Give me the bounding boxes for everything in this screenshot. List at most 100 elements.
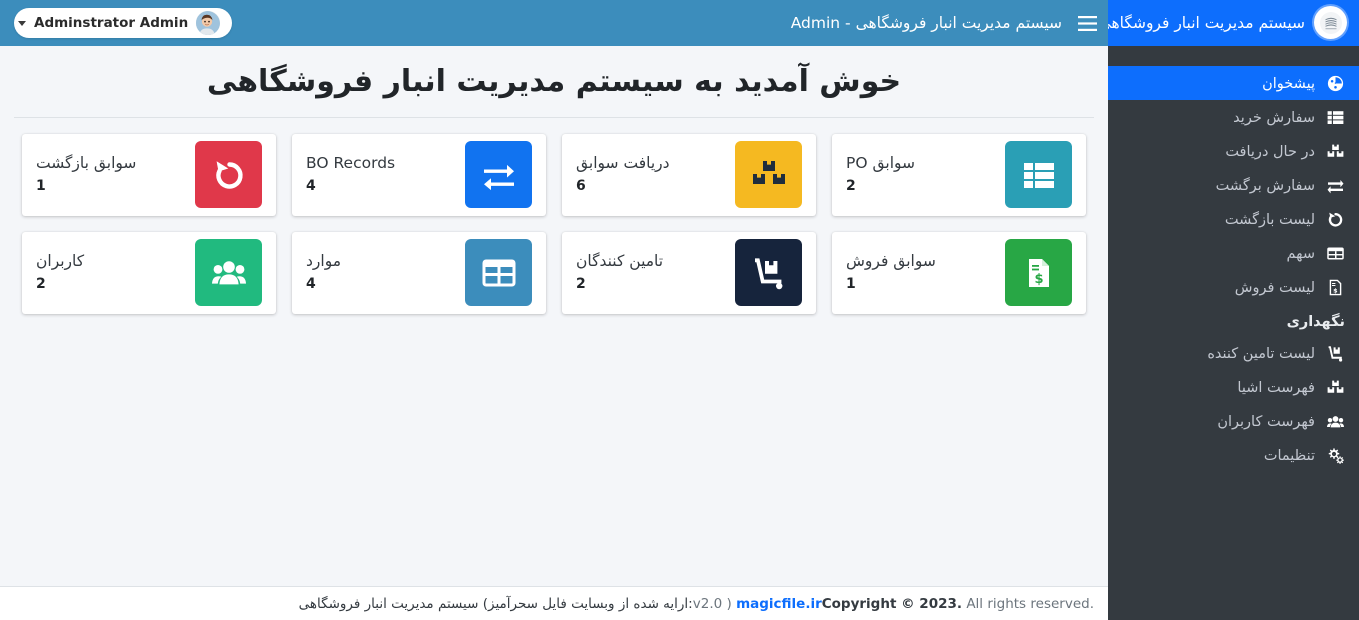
user-menu-button[interactable]: Adminstrator Admin [14,8,233,38]
sidebar-item-label: سفارش خرید [1233,109,1315,126]
stat-card-cell: سوابق بازگشت 1 [14,133,284,232]
topbar-title: سیستم مدیریت انبار فروشگاهی - Admin [790,14,1062,32]
sidebar: سیستم مدیریت انبار فروشگاهی پیشخوان سفار… [1108,0,1359,620]
stat-card-suppliers[interactable]: تامین کنندگان 2 [562,231,816,314]
stat-card-value: 4 [306,178,316,195]
footer-copyright: Copyright © 2023. All rights reserved. [822,596,1094,612]
sidebar-nav-maintenance: لیست تامین کننده فهرست اشیا فهرست کاربرا… [1108,336,1359,472]
sidebar-item-label: لیست تامین کننده [1207,345,1315,362]
sidebar-item-label: فهرست کاربران [1217,413,1315,430]
sidebar-section-header: نگهداری [1286,314,1345,330]
stat-card-cell: موارد 4 [284,231,554,330]
stat-card-cell: $ سوابق فروش 1 [824,231,1094,330]
sidebar-item-receiving[interactable]: در حال دریافت [1108,134,1359,168]
stat-card-cell: دریافت سوابق 6 [554,133,824,232]
stat-card-items[interactable]: موارد 4 [292,231,546,314]
dolly-icon [1325,343,1345,363]
stat-card-text: موارد 4 [292,253,453,293]
undo-arrow-icon [1325,209,1345,229]
stat-card-value: 1 [36,178,46,195]
sidebar-top-spacer [1108,46,1359,66]
footer-description: :ارایه شده از وبسایت فایل سحرآمیز) سیستم… [298,595,693,612]
sidebar-brand-title: سیستم مدیریت انبار فروشگاهی [1108,13,1305,32]
stat-card-cell: BO Records 4 [284,133,554,232]
sidebar-item-settings[interactable]: تنظیمات [1108,438,1359,472]
grid-table-icon [465,239,532,306]
users-icon [195,239,262,306]
sidebar-item-purchase-order[interactable]: سفارش خرید [1108,100,1359,134]
footer-copyright-bold: Copyright © 2023. [821,595,963,612]
stat-card-label: دریافت سوابق [576,153,670,172]
boxes-icon [735,141,802,208]
boxes-icon [1325,377,1345,397]
stat-card-receive-records[interactable]: دریافت سوابق 6 [562,133,816,216]
sidebar-item-items-list[interactable]: فهرست اشیا [1108,370,1359,404]
stat-card-value: 1 [846,276,856,293]
stat-card-value: 2 [36,276,46,293]
stat-card-value: 4 [306,276,316,293]
boxes-icon [1325,141,1345,161]
stat-card-label: BO Records [306,153,396,172]
hamburger-menu-icon [1077,15,1097,31]
footer-version: v2.0 ) [692,595,732,612]
sidebar-item-label: سفارش برگشت [1215,177,1315,194]
list-table-icon [1325,107,1345,127]
sidebar-item-stock[interactable]: سهم [1108,236,1359,270]
exchange-arrows-icon [465,141,532,208]
stat-card-text: BO Records 4 [292,153,453,195]
sidebar-item-return-order[interactable]: سفارش برگشت [1108,168,1359,202]
user-menu-label: Adminstrator Admin [34,15,189,31]
users-icon [1325,411,1345,431]
main-content: خوش آمدید به سیستم مدیریت انبار فروشگاهی [0,46,1108,586]
stat-card-label: کاربران [36,251,85,270]
stat-card-cell: کاربران 2 [14,231,284,330]
sidebar-item-users-list[interactable]: فهرست کاربران [1108,404,1359,438]
stat-card-text: تامین کنندگان 2 [562,251,723,293]
list-table-icon [1005,141,1072,208]
stat-card-value: 6 [576,178,586,195]
stat-card-text: کاربران 2 [22,251,183,293]
grid-table-icon [1325,243,1345,263]
sidebar-item-label: فهرست اشیا [1237,379,1315,396]
sidebar-item-supplier-list[interactable]: لیست تامین کننده [1108,336,1359,370]
sidebar-item-label: سهم [1286,245,1315,262]
sidebar-item-return-list[interactable]: لیست بازگشت [1108,202,1359,236]
stat-card-label: تامین کنندگان [576,251,664,270]
sidebar-item-label: در حال دریافت [1225,143,1315,160]
dashboard-gauge-icon [1325,73,1345,93]
warehouse-logo-icon [1314,6,1347,39]
footer-magicfile-link[interactable]: magicfile.ir [736,596,822,612]
app-root: سیستم مدیریت انبار فروشگاهی - Admin Admi… [0,0,1359,620]
undo-arrow-icon [195,141,262,208]
sidebar-item-label: لیست بازگشت [1224,211,1315,228]
sidebar-nav: پیشخوان سفارش خرید در حال دریافت سفارش ب… [1108,66,1359,304]
sidebar-brand[interactable]: سیستم مدیریت انبار فروشگاهی [1108,0,1359,46]
sidebar-item-label: تنظیمات [1263,447,1315,464]
page-title: خوش آمدید به سیستم مدیریت انبار فروشگاهی [14,46,1094,118]
stat-card-return-records[interactable]: سوابق بازگشت 1 [22,133,276,216]
stat-card-text: سوابق فروش 1 [832,253,993,293]
stat-card-cell: تامین کنندگان 2 [554,231,824,330]
stat-card-users[interactable]: کاربران 2 [22,231,276,314]
exchange-arrows-icon [1325,175,1345,195]
stat-card-value: 2 [576,276,586,293]
gears-icon [1325,445,1345,465]
chevron-down-icon [18,20,26,26]
hamburger-menu-button[interactable] [1066,0,1108,46]
footer: Copyright © 2023. All rights reserved. v… [0,586,1108,620]
stat-card-label: سوابق PO [846,153,916,172]
stat-card-bo-records[interactable]: BO Records 4 [292,133,546,216]
sidebar-item-dashboard[interactable]: پیشخوان [1108,66,1359,100]
svg-text:$: $ [1034,272,1043,287]
stat-card-sales-records[interactable]: $ سوابق فروش 1 [832,231,1086,314]
invoice-dollar-icon: $ [1325,277,1345,297]
sidebar-item-label: پیشخوان [1262,75,1315,92]
stat-card-text: سوابق بازگشت 1 [22,155,183,195]
stat-card-text: سوابق PO 2 [832,153,993,195]
sidebar-item-label: لیست فروش [1234,279,1315,296]
dolly-icon [735,239,802,306]
stat-card-cell: سوابق PO 2 [824,133,1094,232]
sidebar-item-sales-list[interactable]: $ لیست فروش [1108,270,1359,304]
stat-card-po-records[interactable]: سوابق PO 2 [832,133,1086,216]
stat-card-value: 2 [846,178,856,195]
